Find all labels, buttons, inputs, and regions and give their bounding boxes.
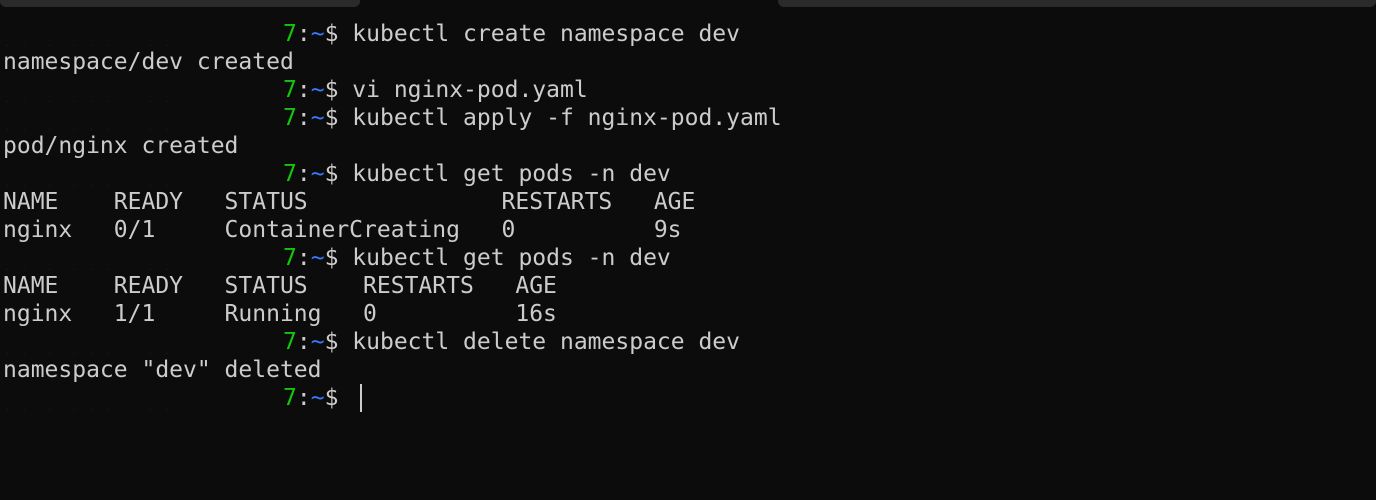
prompt-path: ~ [310, 77, 325, 103]
obscured-hostname: . . . . . . . . [3, 180, 281, 186]
command-text: kubectl get pods -n dev [352, 161, 671, 187]
prompt-path: ~ [310, 385, 325, 411]
output-line: NAME READY STATUS RESTARTS AGE [3, 272, 1376, 300]
prompt-line: . . . . . . . .7:~$ kubectl get pods -n … [3, 160, 1376, 188]
obscured-hostname: . . . . . . . . [3, 348, 281, 354]
prompt-host: 7 [283, 77, 297, 103]
prompt-path: ~ [310, 105, 325, 131]
obscured-hostname: . . . . . . . . [3, 404, 281, 410]
command-text: kubectl get pods -n dev [352, 245, 671, 271]
prompt-symbol: $ [324, 161, 353, 187]
prompt-symbol: $ [324, 77, 353, 103]
prompt-path: ~ [310, 161, 325, 187]
prompt-symbol: $ [324, 385, 353, 411]
prompt-separator: : [296, 77, 311, 103]
output-text: nginx 0/1 ContainerCreating 0 9s [3, 217, 682, 243]
prompt-host: 7 [283, 105, 297, 131]
command-text: vi nginx-pod.yaml [352, 77, 588, 103]
prompt-line: . . . . . . . .7:~$ kubectl get pods -n … [3, 244, 1376, 272]
output-text: namespace "dev" deleted [3, 357, 322, 383]
prompt-host: 7 [283, 385, 297, 411]
prompt-line: . . . . . . . .7:~$ kubectl apply -f ngi… [3, 104, 1376, 132]
command-text: kubectl delete namespace dev [352, 329, 741, 355]
obscured-hostname: . . . . . . . . [3, 264, 281, 270]
prompt-path: ~ [310, 329, 325, 355]
prompt-separator: : [296, 105, 311, 131]
prompt-path: ~ [310, 245, 325, 271]
prompt-host: 7 [283, 329, 297, 355]
output-text: nginx 1/1 Running 0 16s [3, 301, 557, 327]
output-text: namespace/dev created [3, 49, 294, 75]
output-line: namespace/dev created [3, 48, 1376, 76]
prompt-separator: : [296, 329, 311, 355]
output-text: NAME READY STATUS RESTARTS AGE [3, 189, 696, 215]
prompt-separator: : [296, 385, 311, 411]
output-line: NAME READY STATUS RESTARTS AGE [3, 188, 1376, 216]
prompt-line: . . . . . . . .7:~$ kubectl create names… [3, 20, 1376, 48]
prompt-symbol: $ [324, 105, 353, 131]
tab-strip [0, 0, 1376, 8]
obscured-hostname: . . . . . . . . [3, 96, 281, 102]
prompt-symbol: $ [324, 21, 353, 47]
prompt-symbol: $ [324, 329, 353, 355]
prompt-host: 7 [283, 21, 297, 47]
prompt-line: . . . . . . . .7:~$ [3, 384, 1376, 412]
prompt-line: . . . . . . . .7:~$ kubectl delete names… [3, 328, 1376, 356]
obscured-hostname: . . . . . . . . [3, 40, 281, 46]
prompt-separator: : [296, 161, 311, 187]
output-line: nginx 0/1 ContainerCreating 0 9s [3, 216, 1376, 244]
command-text: kubectl create namespace dev [352, 21, 741, 47]
prompt-host: 7 [283, 161, 297, 187]
obscured-hostname: . . . . . . . . [3, 124, 281, 130]
prompt-symbol: $ [324, 245, 353, 271]
command-text: kubectl apply -f nginx-pod.yaml [352, 105, 782, 131]
output-text: pod/nginx created [3, 133, 239, 159]
prompt-path: ~ [310, 21, 325, 47]
terminal-output[interactable]: . . . . . . . .7:~$ kubectl create names… [3, 20, 1376, 412]
output-line: pod/nginx created [3, 132, 1376, 160]
tab-active[interactable] [0, 0, 360, 7]
prompt-separator: : [296, 245, 311, 271]
prompt-separator: : [296, 21, 311, 47]
output-line: namespace "dev" deleted [3, 356, 1376, 384]
output-text: NAME READY STATUS RESTARTS AGE [3, 273, 557, 299]
text-cursor[interactable] [360, 384, 363, 412]
output-line: nginx 1/1 Running 0 16s [3, 300, 1376, 328]
prompt-host: 7 [283, 245, 297, 271]
tab-inactive[interactable] [778, 0, 1376, 7]
prompt-line: . . . . . . . .7:~$ vi nginx-pod.yaml [3, 76, 1376, 104]
